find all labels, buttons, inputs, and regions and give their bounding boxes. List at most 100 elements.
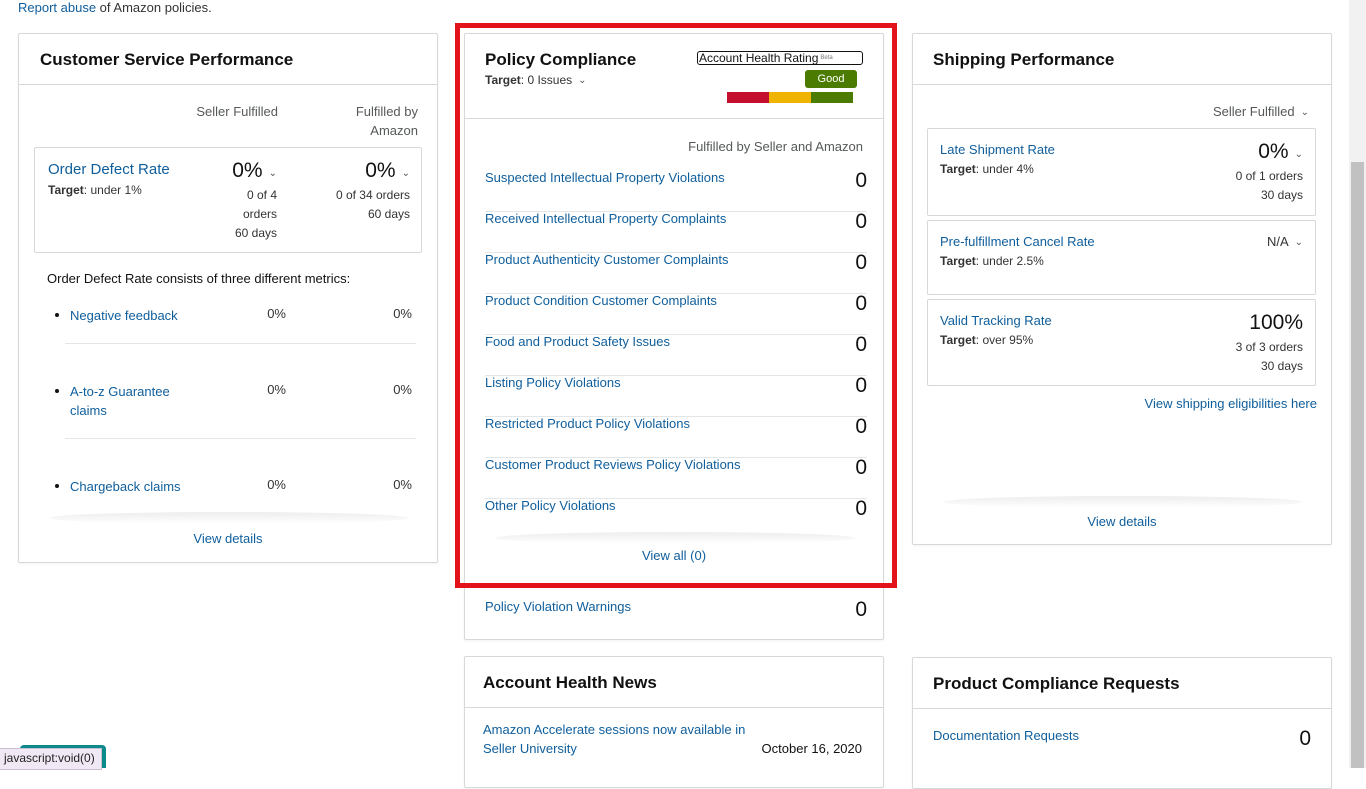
pc-target[interactable]: Target: 0 Issues ⌄ [485, 73, 587, 87]
late-shipment-target-value: : under 4% [975, 162, 1034, 176]
chevron-down-icon[interactable]: ⌄ [269, 168, 277, 179]
report-abuse-link[interactable]: Report abuse [18, 0, 96, 15]
news-item-link[interactable]: Amazon Accelerate sessions now available… [483, 720, 745, 758]
scrollbar-thumb[interactable] [1351, 162, 1364, 768]
csp-view-details-link[interactable]: View details [193, 531, 262, 546]
odr-target: Target: under 1% [48, 183, 142, 197]
negative-feedback-amazon: 0% [393, 306, 412, 321]
policy-violation-warnings-link[interactable]: Policy Violation Warnings [485, 599, 631, 614]
odr-seller-l3: 60 days [234, 226, 277, 240]
cancel-rate-link[interactable]: Pre-fulfillment Cancel Rate [940, 234, 1095, 249]
pc-row-food-safety: Food and Product Safety Issues 0 [485, 333, 867, 376]
late-shipment-value: 0% [1258, 140, 1289, 163]
food-safety-count: 0 [855, 333, 867, 356]
chargeback-claims-seller: 0% [267, 477, 286, 492]
section-shadow [495, 532, 855, 544]
suspected-ip-count: 0 [855, 169, 867, 192]
valid-tracking-value-wrap: 100% [1249, 311, 1303, 335]
pc-row-condition: Product Condition Customer Complaints 0 [485, 292, 867, 335]
chevron-down-icon[interactable]: ⌄ [578, 75, 586, 86]
pc-target-prefix: Target [485, 73, 521, 87]
csp-col-amazon: Fulfilled by Amazon [356, 102, 418, 140]
restricted-product-violations-link[interactable]: Restricted Product Policy Violations [485, 416, 690, 431]
valid-tracking-target-value: : over 95% [975, 333, 1034, 347]
reviews-policy-count: 0 [855, 456, 867, 479]
reviews-policy-violations-link[interactable]: Customer Product Reviews Policy Violatio… [485, 457, 741, 472]
pc-row-restricted-product: Restricted Product Policy Violations 0 [485, 415, 867, 458]
pc-view-all-link[interactable]: View all (0) [642, 548, 706, 563]
suspected-ip-violations-link[interactable]: Suspected Intellectual Property Violatio… [485, 170, 725, 185]
product-compliance-requests-card: Product Compliance Requests Documentatio… [912, 657, 1332, 789]
news-item-date: October 16, 2020 [761, 741, 862, 756]
metric-negative-feedback: Negative feedback [70, 306, 178, 325]
valid-tracking-value: 100% [1249, 311, 1303, 334]
rating-status-badge: Good [805, 70, 857, 88]
pc-target-value: : 0 Issues [520, 73, 573, 87]
late-shipment-target-prefix: Target [940, 162, 976, 176]
sp-view-details-link[interactable]: View details [1087, 514, 1156, 529]
listing-policy-violations-link[interactable]: Listing Policy Violations [485, 375, 621, 390]
divider [65, 438, 416, 439]
csp-col-amazon-l1: Fulfilled by [355, 104, 418, 119]
rating-bar-green [811, 92, 853, 103]
sp-filter-dropdown[interactable]: Seller Fulfilled ⌄ [1213, 104, 1309, 119]
atoz-claims-link[interactable]: A-to-z Guarantee claims [70, 382, 170, 420]
documentation-requests-link[interactable]: Documentation Requests [933, 728, 1079, 743]
order-defect-rate-link[interactable]: Order Defect Rate [48, 161, 170, 178]
atoz-claims-l2: claims [70, 403, 107, 418]
chevron-down-icon[interactable]: ⌄ [402, 168, 410, 179]
pcr-header: Product Compliance Requests [913, 658, 1331, 709]
pc-row-received-ip: Received Intellectual Property Complaint… [485, 210, 867, 253]
news-item-l2: Seller University [483, 741, 577, 756]
beta-badge: Beta [820, 55, 833, 61]
pc-row-authenticity: Product Authenticity Customer Complaints… [485, 251, 867, 294]
late-shipment-target: Target: under 4% [940, 162, 1034, 176]
chevron-down-icon: ⌄ [1300, 107, 1309, 119]
pc-header: Policy Compliance Target: 0 Issues ⌄ Acco… [465, 34, 883, 119]
authenticity-complaints-link[interactable]: Product Authenticity Customer Complaints [485, 252, 729, 267]
policy-violation-warnings-count: 0 [855, 598, 867, 621]
pc-row-listing-policy: Listing Policy Violations 0 [485, 374, 867, 417]
listing-policy-count: 0 [855, 374, 867, 397]
cancel-rate-target-value: : under 2.5% [975, 254, 1044, 268]
received-ip-complaints-link[interactable]: Received Intellectual Property Complaint… [485, 211, 726, 226]
chevron-down-icon[interactable]: ⌄ [1295, 237, 1303, 248]
late-shipment-rate-link[interactable]: Late Shipment Rate [940, 142, 1055, 157]
bullet-icon [55, 484, 59, 488]
valid-tracking-target: Target: over 95% [940, 333, 1033, 347]
pc-view-all-wrap: View all (0) [465, 548, 883, 563]
condition-complaints-link[interactable]: Product Condition Customer Complaints [485, 293, 717, 308]
csp-header: Customer Service Performance [19, 34, 437, 85]
late-shipment-detail: 0 of 1 orders 30 days [1236, 167, 1303, 205]
chevron-down-icon[interactable]: ⌄ [1295, 149, 1303, 160]
late-shipment-box: Late Shipment Rate Target: under 4% 0% ⌄ … [927, 128, 1316, 216]
rating-bar [727, 92, 853, 103]
bullet-icon [55, 389, 59, 393]
sp-header: Shipping Performance [913, 34, 1331, 85]
news-item-l1: Amazon Accelerate sessions now available… [483, 722, 746, 737]
customer-service-performance-card: Customer Service Performance Seller Fulf… [18, 33, 438, 563]
account-health-rating-link[interactable]: Account Health Rating Beta [697, 51, 863, 65]
chargeback-claims-link[interactable]: Chargeback claims [70, 479, 181, 494]
odr-target-prefix: Target [48, 183, 84, 197]
late-shipment-value-wrap: 0% ⌄ [1258, 140, 1303, 164]
browser-status-bar: javascript:void(0) [0, 748, 102, 770]
valid-tracking-l1: 3 of 3 orders [1235, 340, 1303, 354]
valid-tracking-target-prefix: Target [940, 333, 976, 347]
ahn-header: Account Health News [465, 657, 883, 708]
late-shipment-l1: 0 of 1 orders [1235, 169, 1303, 183]
atoz-claims-seller: 0% [267, 382, 286, 397]
sp-view-details-wrap: View details [913, 514, 1331, 529]
shipping-eligibilities-link[interactable]: View shipping eligibilities here [1145, 396, 1317, 411]
rating-bar-red [727, 92, 769, 103]
negative-feedback-seller: 0% [267, 306, 286, 321]
negative-feedback-link[interactable]: Negative feedback [70, 308, 178, 323]
shipping-performance-card: Shipping Performance Seller Fulfilled ⌄ L… [912, 33, 1332, 545]
cancel-rate-value: N/A [1266, 234, 1289, 249]
vertical-scrollbar[interactable] [1349, 0, 1366, 768]
food-safety-issues-link[interactable]: Food and Product Safety Issues [485, 334, 670, 349]
odr-amazon-l2: 60 days [367, 207, 410, 221]
policy-compliance-card: Policy Compliance Target: 0 Issues ⌄ Acco… [464, 33, 884, 640]
valid-tracking-rate-link[interactable]: Valid Tracking Rate [940, 313, 1052, 328]
other-policy-violations-link[interactable]: Other Policy Violations [485, 498, 616, 513]
